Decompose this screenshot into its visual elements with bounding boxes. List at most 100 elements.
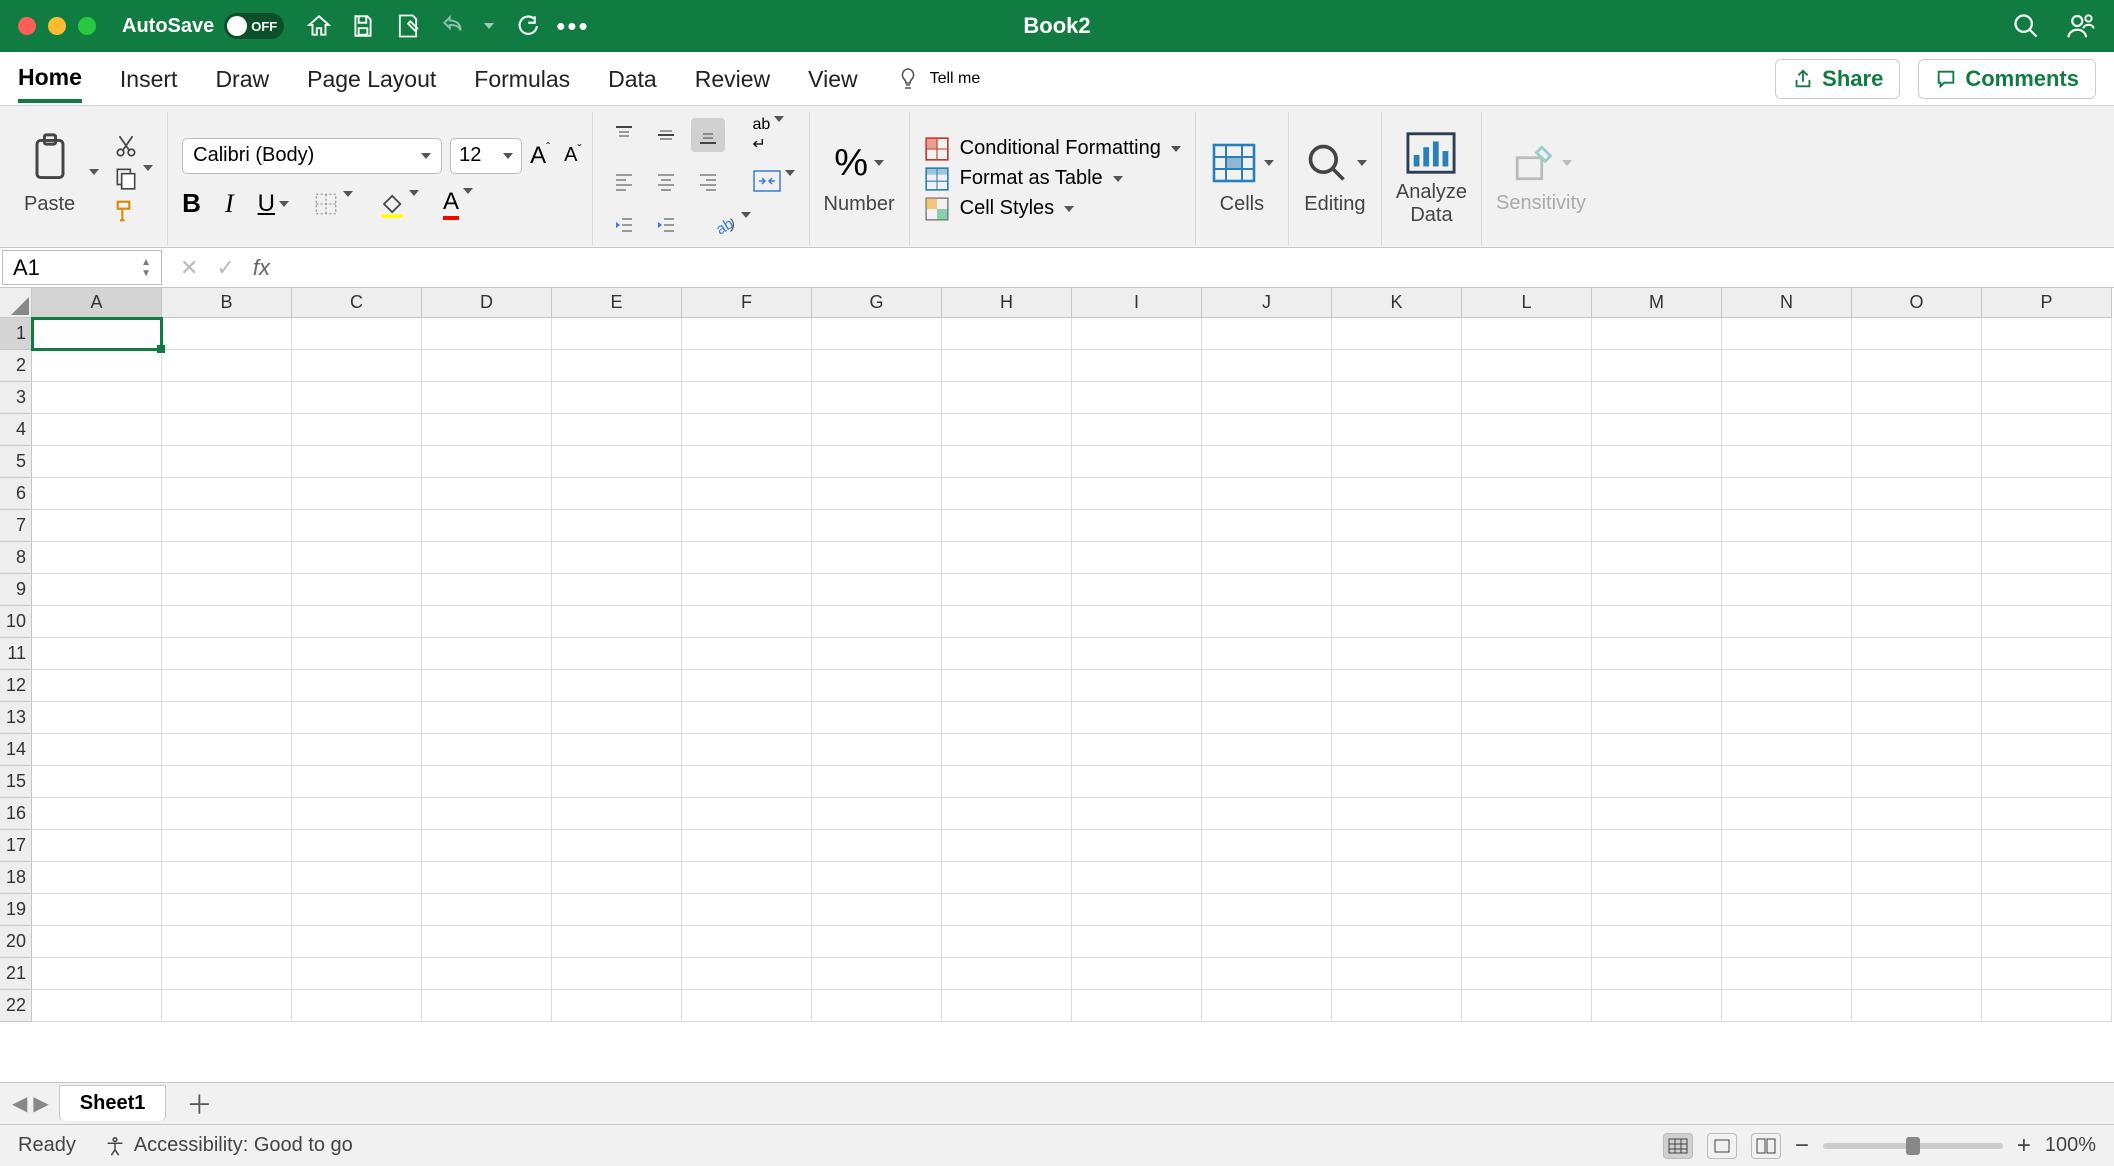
cell[interactable] — [1462, 510, 1592, 542]
cell[interactable] — [1202, 766, 1332, 798]
sheet-tab-sheet1[interactable]: Sheet1 — [59, 1085, 167, 1121]
cell[interactable] — [1462, 798, 1592, 830]
cell[interactable] — [1982, 318, 2112, 350]
cell[interactable] — [1072, 734, 1202, 766]
cell[interactable] — [422, 990, 552, 1022]
cell[interactable] — [1722, 606, 1852, 638]
cell[interactable] — [1072, 830, 1202, 862]
cell[interactable] — [1722, 446, 1852, 478]
cell[interactable] — [32, 318, 162, 350]
cell[interactable] — [1982, 382, 2112, 414]
column-header[interactable]: F — [682, 288, 812, 318]
tab-draw[interactable]: Draw — [215, 56, 269, 101]
cell[interactable] — [812, 766, 942, 798]
cell[interactable] — [1852, 926, 1982, 958]
cell[interactable] — [1332, 606, 1462, 638]
column-header[interactable]: D — [422, 288, 552, 318]
redo-icon[interactable] — [512, 13, 538, 39]
cell[interactable] — [1202, 350, 1332, 382]
cell[interactable] — [162, 478, 292, 510]
cell[interactable] — [1592, 670, 1722, 702]
cell[interactable] — [1332, 830, 1462, 862]
cell[interactable] — [942, 766, 1072, 798]
cell[interactable] — [162, 574, 292, 606]
cell[interactable] — [162, 926, 292, 958]
cell[interactable] — [1982, 990, 2112, 1022]
row-header[interactable]: 2 — [0, 350, 32, 382]
cell[interactable] — [682, 382, 812, 414]
cell[interactable] — [1072, 702, 1202, 734]
cell[interactable] — [1592, 574, 1722, 606]
cell[interactable] — [1852, 510, 1982, 542]
cell[interactable] — [1722, 894, 1852, 926]
cell[interactable] — [1332, 542, 1462, 574]
cell[interactable] — [422, 478, 552, 510]
cell[interactable] — [162, 862, 292, 894]
cell[interactable] — [32, 990, 162, 1022]
cell[interactable] — [292, 638, 422, 670]
cell[interactable] — [422, 638, 552, 670]
cell[interactable] — [942, 414, 1072, 446]
increase-font-icon[interactable]: Aˆ — [530, 142, 546, 170]
cell[interactable] — [1722, 638, 1852, 670]
cell[interactable] — [422, 446, 552, 478]
cell[interactable] — [1852, 606, 1982, 638]
cell[interactable] — [1852, 830, 1982, 862]
cell[interactable] — [1722, 542, 1852, 574]
cell[interactable] — [422, 798, 552, 830]
row-header[interactable]: 8 — [0, 542, 32, 574]
cell[interactable] — [1722, 414, 1852, 446]
cell[interactable] — [32, 958, 162, 990]
cell[interactable] — [942, 990, 1072, 1022]
cell[interactable] — [812, 414, 942, 446]
cell[interactable] — [292, 798, 422, 830]
formula-input[interactable] — [286, 248, 2114, 287]
cell[interactable] — [292, 478, 422, 510]
cell[interactable] — [162, 318, 292, 350]
cell[interactable] — [552, 734, 682, 766]
cell[interactable] — [812, 990, 942, 1022]
cell[interactable] — [32, 894, 162, 926]
cell[interactable] — [1202, 862, 1332, 894]
cell[interactable] — [1462, 542, 1592, 574]
font-size-selector[interactable]: 12 — [450, 138, 522, 174]
cell[interactable] — [1202, 382, 1332, 414]
align-bottom-icon[interactable] — [691, 118, 725, 152]
cell[interactable] — [1852, 670, 1982, 702]
cell[interactable] — [1462, 926, 1592, 958]
row-header[interactable]: 22 — [0, 990, 32, 1022]
cell[interactable] — [1202, 478, 1332, 510]
cell[interactable] — [1072, 414, 1202, 446]
cell[interactable] — [1332, 478, 1462, 510]
cell[interactable] — [1462, 414, 1592, 446]
cell[interactable] — [1462, 958, 1592, 990]
autosave-control[interactable]: AutoSave OFF — [122, 13, 284, 39]
column-header[interactable]: O — [1852, 288, 1982, 318]
cell[interactable] — [1462, 766, 1592, 798]
cell[interactable] — [422, 734, 552, 766]
close-window-button[interactable] — [18, 17, 36, 35]
cell[interactable] — [1202, 894, 1332, 926]
cell[interactable] — [812, 638, 942, 670]
cell[interactable] — [1332, 926, 1462, 958]
row-header[interactable]: 18 — [0, 862, 32, 894]
row-header[interactable]: 21 — [0, 958, 32, 990]
cell[interactable] — [162, 766, 292, 798]
cell[interactable] — [1722, 958, 1852, 990]
editing-button[interactable]: Editing — [1303, 141, 1367, 216]
cell[interactable] — [1982, 542, 2112, 574]
cell[interactable] — [812, 926, 942, 958]
cell[interactable] — [1982, 958, 2112, 990]
row-header[interactable]: 6 — [0, 478, 32, 510]
cell[interactable] — [162, 894, 292, 926]
cell[interactable] — [1852, 542, 1982, 574]
cell[interactable] — [552, 638, 682, 670]
cell[interactable] — [812, 382, 942, 414]
cell[interactable] — [1072, 446, 1202, 478]
cell[interactable] — [1072, 670, 1202, 702]
cell[interactable] — [422, 574, 552, 606]
cell[interactable] — [1072, 318, 1202, 350]
cell[interactable] — [682, 574, 812, 606]
bold-button[interactable]: B — [182, 188, 201, 219]
cell[interactable] — [32, 574, 162, 606]
